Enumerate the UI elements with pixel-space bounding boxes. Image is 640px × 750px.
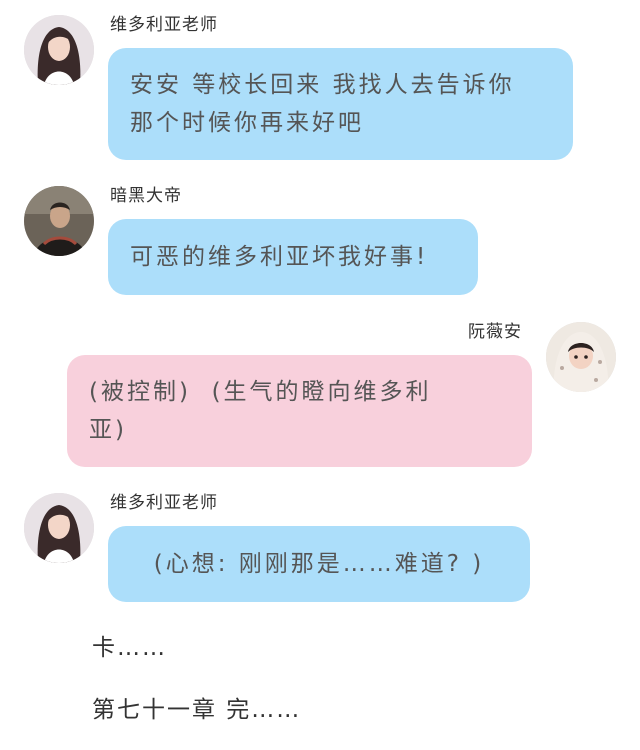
dark-emperor-avatar-icon[interactable] [24, 186, 94, 256]
teacher-avatar-icon[interactable] [24, 15, 94, 85]
speaker-name: 维多利亚老师 [110, 15, 218, 35]
speaker-name: 阮薇安 [468, 322, 522, 342]
chapter-end-line: 第七十一章 完…… [92, 697, 302, 723]
teacher-avatar-icon[interactable] [24, 493, 94, 563]
message-bubble: (被控制) (生气的瞪向维多利 亚) [67, 355, 532, 467]
speaker-name: 维多利亚老师 [110, 493, 218, 513]
child-avatar-icon[interactable] [546, 322, 616, 392]
speaker-name: 暗黑大帝 [110, 186, 182, 206]
message-bubble: 可恶的维多利亚坏我好事! [108, 219, 478, 295]
message-bubble: (心想: 刚刚那是……难道? ) [108, 526, 530, 602]
message-bubble: 安安 等校长回来 我找人去告诉你 那个时候你再来好吧 [108, 48, 573, 160]
narration-line-1: 卡…… [92, 635, 167, 661]
